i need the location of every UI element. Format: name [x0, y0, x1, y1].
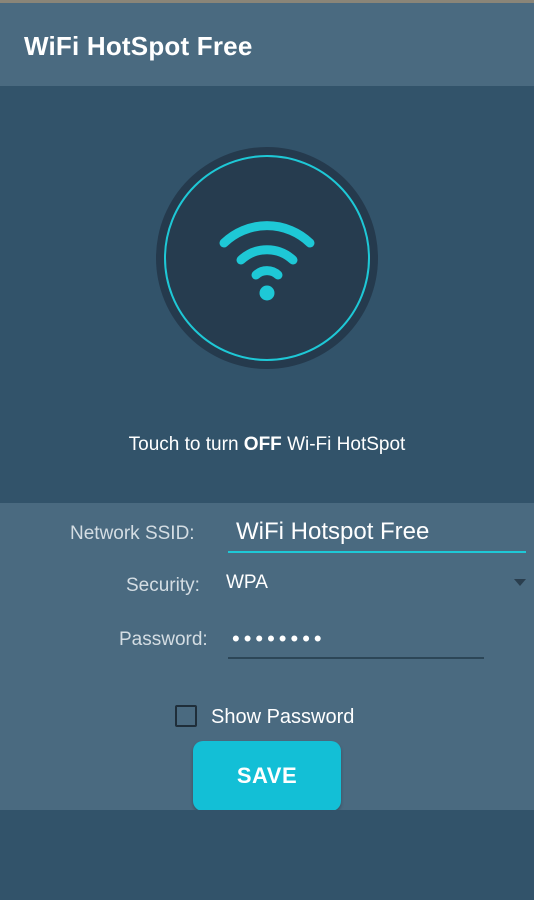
bottom-area — [0, 810, 534, 900]
save-button[interactable]: SAVE — [193, 741, 341, 811]
caption-prefix: Touch to turn — [128, 434, 244, 455]
wifi-icon — [219, 221, 315, 301]
hotspot-caption: Touch to turn OFF Wi-Fi HotSpot — [0, 434, 534, 456]
hotspot-panel: Touch to turn OFF Wi-Fi HotSpot — [0, 86, 534, 503]
app-title: WiFi HotSpot Free — [24, 31, 253, 61]
ssid-input[interactable] — [228, 513, 526, 553]
password-label: Password: — [119, 629, 208, 650]
show-password-label[interactable]: Show Password — [211, 706, 354, 729]
dropdown-arrow-icon — [514, 579, 526, 586]
app-screen: WiFi HotSpot Free Touch to turn OFF Wi-F… — [0, 0, 534, 900]
ssid-label: Network SSID: — [70, 523, 195, 544]
security-dropdown[interactable]: WPA — [226, 569, 526, 599]
hotspot-toggle-button[interactable] — [156, 147, 378, 369]
security-value: WPA — [226, 572, 268, 593]
password-input[interactable]: •••••••• — [228, 621, 484, 659]
hotspot-toggle-ring — [164, 155, 370, 361]
caption-suffix: Wi-Fi HotSpot — [281, 434, 406, 455]
security-label: Security: — [126, 575, 200, 596]
show-password-checkbox[interactable] — [175, 705, 197, 727]
caption-state: OFF — [243, 434, 282, 455]
hotspot-settings-form: Network SSID: Security: WPA Password: ••… — [0, 503, 534, 811]
app-toolbar: WiFi HotSpot Free — [0, 0, 534, 86]
